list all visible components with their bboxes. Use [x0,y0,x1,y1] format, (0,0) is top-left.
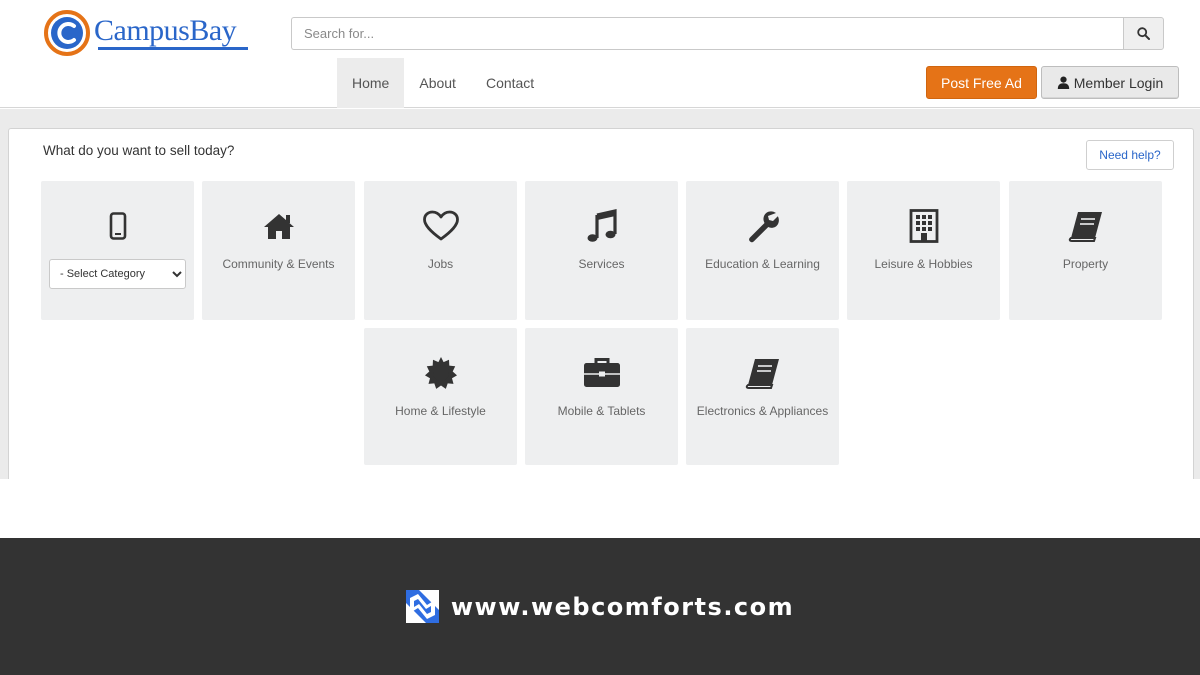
nav-home[interactable]: Home [337,58,405,108]
search-input[interactable] [291,17,1123,50]
site-header: CampusBay Home About Contact Post Free A… [0,0,1200,108]
search-bar [291,17,1164,50]
search-icon [1137,27,1150,40]
logo-c-icon [44,10,90,56]
heart-icon [422,210,459,241]
building-icon [909,209,938,243]
logo-text: CampusBay [94,14,237,47]
mobile-phone-icon [109,212,126,240]
music-icon [587,209,617,242]
tile-community-events[interactable]: Community & Events [202,181,355,320]
tile-leisure-hobbies[interactable]: Leisure & Hobbies [847,181,1000,320]
page: CampusBay Home About Contact Post Free A… [0,0,1200,675]
search-button[interactable] [1123,17,1164,50]
tile-jobs[interactable]: Jobs [364,181,517,320]
tile-education-learning[interactable]: Education & Learning [686,181,839,320]
tile-label: Electronics & Appliances [696,404,829,418]
site-footer-banner: www.webcomforts.com [0,538,1200,675]
tile-label: Property [1062,257,1109,271]
nav-contact[interactable]: Contact [471,58,549,108]
book-icon [1068,212,1102,242]
member-login-button[interactable]: Member Login [1041,66,1179,99]
tile-label: Mobile & Tablets [557,404,646,418]
need-help-button[interactable]: Need help? [1086,140,1174,170]
wrench-icon [748,211,779,243]
webcomforts-logo-icon [405,590,439,623]
briefcase-icon [583,358,620,387]
user-icon [1057,76,1069,89]
tile-select-category: - Select Category [41,181,194,320]
nav-about[interactable]: About [404,58,471,108]
tile-services[interactable]: Services [525,181,678,320]
tile-electronics-appliances[interactable]: Electronics & Appliances [686,328,839,465]
tile-label: Community & Events [222,257,335,271]
sell-panel: What do you want to sell today? Need hel… [8,128,1194,479]
tile-label: Services [578,257,625,271]
post-free-ad-button[interactable]: Post Free Ad [926,66,1037,99]
logo-underline [98,47,248,50]
book-icon [745,359,779,389]
footer-website-text: www.webcomforts.com [450,592,795,621]
badge-icon [424,357,457,389]
tile-label: Education & Learning [705,257,820,271]
tile-property[interactable]: Property [1009,181,1162,320]
tile-home-lifestyle[interactable]: Home & Lifestyle [364,328,517,465]
category-select[interactable]: - Select Category [49,259,186,289]
tile-label: Jobs [427,257,454,271]
panel-title: What do you want to sell today? [43,143,235,158]
tile-label: Leisure & Hobbies [874,257,973,271]
member-login-label: Member Login [1073,74,1164,91]
tile-mobile-tablets[interactable]: Mobile & Tablets [525,328,678,465]
home-icon [263,214,294,239]
tile-label: Home & Lifestyle [395,404,486,418]
main-nav: Home About Contact [337,58,549,108]
